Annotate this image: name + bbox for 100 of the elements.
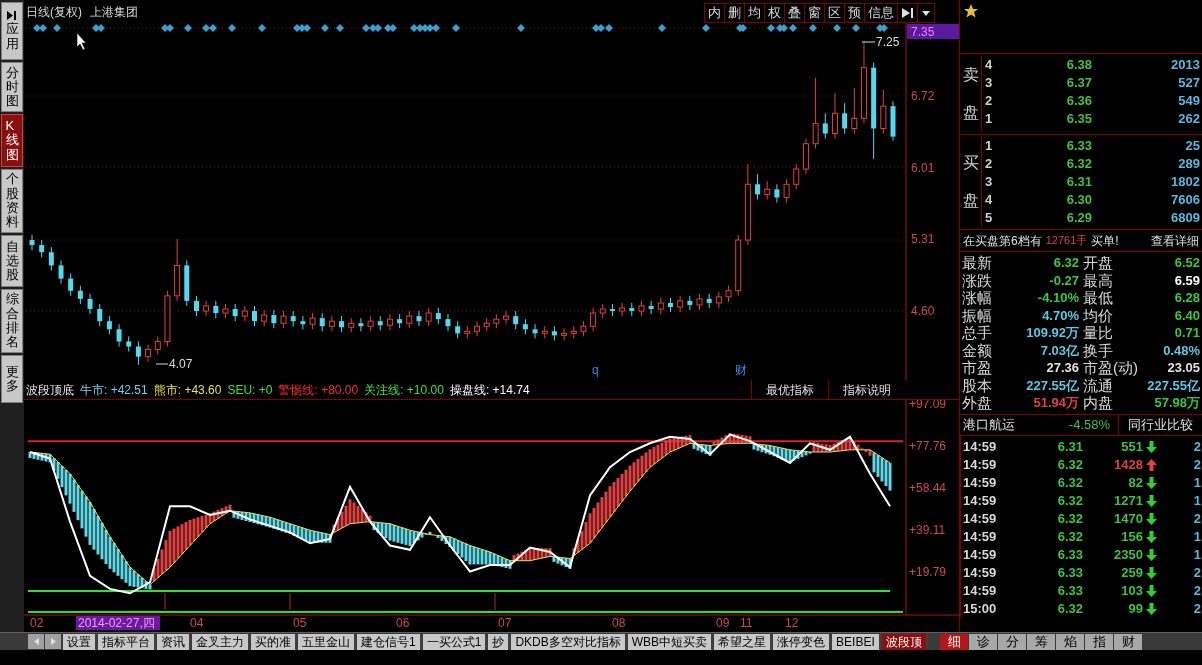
quote-tab[interactable]: 筹 — [1027, 633, 1055, 650]
tick-column-value: 2 — [1192, 509, 1202, 528]
star-icon[interactable] — [964, 4, 978, 18]
tick-column-value: 1 — [1192, 473, 1202, 492]
sidebar-tab[interactable]: K线图 — [1, 114, 23, 167]
candlestick — [39, 239, 45, 258]
indicator-axis-label: +58.44 — [909, 481, 947, 495]
candlestick — [97, 303, 103, 327]
tick-column-value: 2 — [1192, 599, 1202, 618]
date-axis-label: 05 — [293, 616, 307, 630]
chart-period[interactable]: 日线(复权) — [26, 3, 82, 21]
date-axis-label: 02 — [30, 616, 44, 630]
skip-end-icon — [901, 8, 914, 18]
order-level: 4 — [984, 56, 994, 75]
quote-tab[interactable]: 诊 — [969, 633, 997, 650]
formula-tab[interactable]: 波段顶 — [881, 633, 928, 650]
order-level: 1 — [984, 110, 994, 129]
event-marker[interactable]: q — [592, 363, 599, 377]
formula-tab[interactable]: DKDB多空对比指标 — [511, 633, 627, 650]
tick-volume: 103 — [1120, 581, 1143, 600]
candlestick — [764, 180, 771, 200]
candlestick — [203, 300, 210, 317]
candlestick — [367, 315, 374, 332]
formula-tab[interactable]: 一买公式1 — [422, 633, 488, 650]
order-level: 3 — [984, 173, 994, 192]
toolbar-button[interactable]: 内 — [705, 4, 725, 22]
formula-tab[interactable]: 涨停变色 — [773, 633, 832, 650]
order-price: 6.33 — [1065, 137, 1092, 156]
view-details-link[interactable]: 查看详细 — [1151, 231, 1199, 250]
month-gridline — [494, 592, 496, 611]
candlestick — [580, 320, 587, 337]
order-price: 6.38 — [1065, 56, 1092, 75]
formula-tab[interactable]: 抄 — [488, 633, 511, 650]
stat-value: 6.28 — [1174, 289, 1200, 307]
stat-label: 开盘 — [1083, 254, 1113, 272]
legend-item: 波段顶底 — [26, 381, 74, 399]
toolbar-button[interactable]: 预 — [845, 4, 865, 22]
candlestick — [735, 234, 742, 297]
order-level: 5 — [984, 209, 994, 228]
formula-tab[interactable]: 金叉主力 — [192, 633, 250, 650]
quote-tab[interactable]: 焰 — [1056, 633, 1084, 650]
formula-tab[interactable]: 希望之星 — [714, 633, 773, 650]
toolbar-button[interactable]: 叠 — [785, 4, 805, 22]
candlestick — [783, 178, 790, 203]
toolbar-button[interactable]: 区 — [825, 4, 845, 22]
order-price: 6.37 — [1065, 74, 1092, 93]
sidebar-tab[interactable]: 应用 — [1, 2, 23, 60]
stat-label: 最高 — [1083, 271, 1113, 289]
candlestick — [348, 317, 355, 333]
toolbar-button[interactable]: 信息 — [865, 4, 898, 22]
indicator-button[interactable]: 最优指标 — [751, 380, 828, 399]
candlestick — [609, 303, 615, 317]
tick-column-value: 2 — [1192, 455, 1202, 474]
formula-tab[interactable]: 资讯 — [157, 633, 191, 650]
formula-tab[interactable]: 五里金山 — [298, 633, 356, 650]
stat-value: 57.98万 — [1154, 394, 1200, 412]
candlestick — [522, 318, 528, 335]
toolbar-button[interactable]: 均 — [745, 4, 765, 22]
candlestick — [551, 325, 557, 341]
sidebar-tab[interactable]: 更多 — [1, 355, 23, 403]
formula-tab[interactable]: 指标平台 — [98, 633, 156, 650]
sidebar-tab[interactable]: 分时图 — [1, 62, 23, 112]
candlestick — [425, 307, 432, 327]
price-axis-label: 6.72 — [911, 89, 935, 104]
order-level: 4 — [984, 191, 994, 210]
candlestick — [184, 259, 190, 307]
indicator-axis-label: +39.11 — [909, 523, 946, 537]
sidebar-tab[interactable]: 个股资料 — [1, 169, 23, 233]
tick-column-value: 1 — [1192, 491, 1202, 510]
order-note-suffix: 买单! — [1091, 232, 1119, 250]
candlestick — [755, 173, 761, 200]
toolbar-button[interactable]: 删 — [725, 4, 745, 22]
event-marker[interactable]: 财 — [735, 363, 747, 377]
candlestick — [890, 100, 896, 142]
indicator-button[interactable]: 指标说明 — [828, 380, 905, 399]
candlestick — [842, 102, 848, 135]
quote-tab[interactable]: 指 — [1085, 633, 1113, 650]
legend-item: 操盘线: +14.74 — [449, 381, 530, 399]
candlestick — [154, 335, 161, 356]
low-price-callout: 4.07 — [155, 357, 193, 371]
formula-tab[interactable]: 买的准 — [251, 633, 297, 650]
toolbar-button[interactable]: 窗 — [805, 4, 825, 22]
sidebar-tab[interactable]: 综合排名 — [1, 289, 23, 353]
sector-change: -4.58% — [1067, 415, 1111, 434]
formula-tab[interactable]: 设置 — [63, 633, 97, 650]
toolbar-button[interactable]: 权 — [765, 4, 785, 22]
formula-tab[interactable]: WBB中短买卖 — [627, 633, 714, 650]
formula-tab[interactable]: BEIBEI — [832, 633, 881, 650]
industry-compare-button[interactable]: 同行业比较 — [1118, 414, 1202, 435]
quote-tab[interactable]: 财 — [1114, 633, 1142, 650]
indicator-axis-label: +97.09 — [909, 400, 947, 411]
legend-item: 熊市: +43.60 — [153, 381, 222, 399]
candlestick — [715, 291, 722, 309]
formula-tab[interactable]: 建仓信号1 — [357, 633, 422, 650]
quote-tab[interactable]: 分 — [998, 633, 1026, 650]
quote-tab[interactable]: 细 — [940, 633, 968, 650]
sidebar-tab[interactable]: 自选股 — [1, 235, 23, 287]
candlestick — [880, 89, 887, 135]
stat-value: 6.32 — [1053, 254, 1079, 272]
order-volume: 25 — [1184, 137, 1201, 156]
